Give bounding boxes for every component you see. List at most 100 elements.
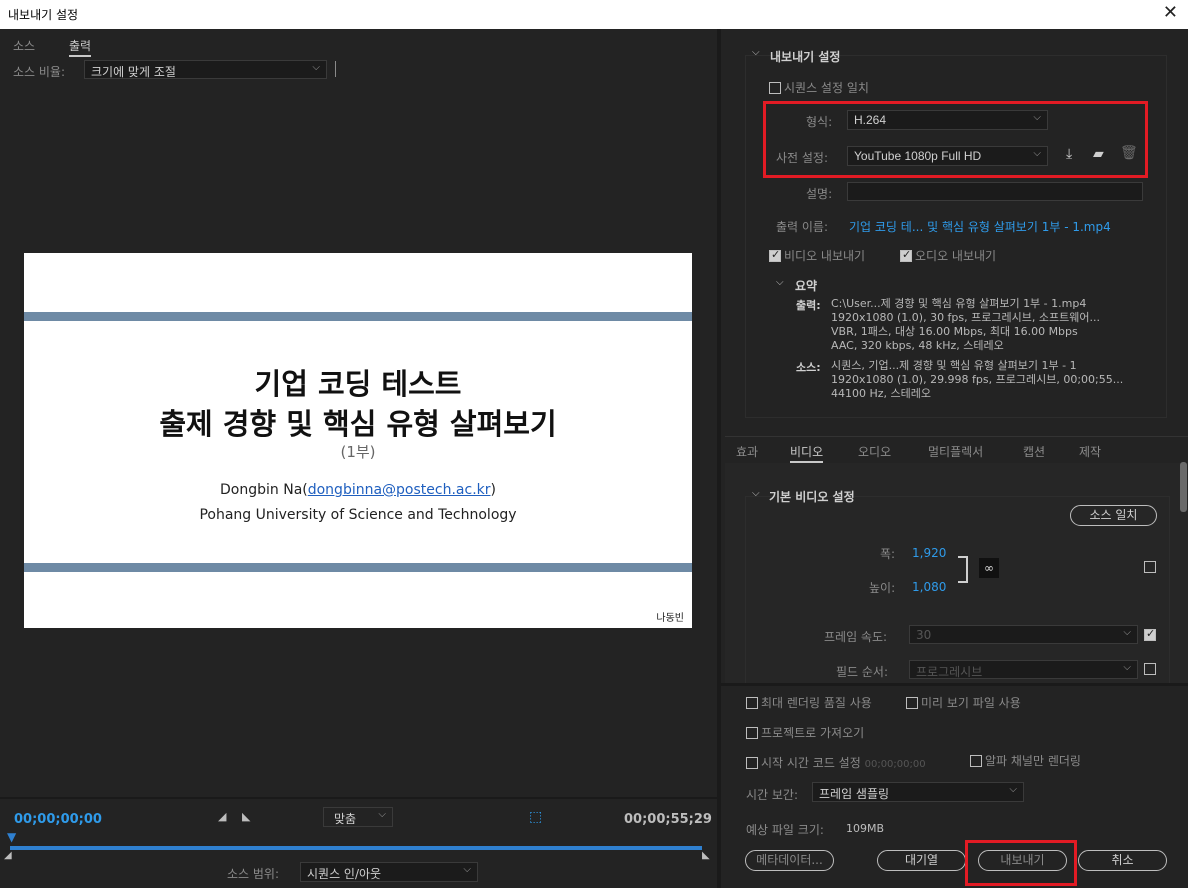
max-render-checkbox[interactable]: 최대 렌더링 품질 사용 xyxy=(746,694,872,711)
time-interp-value: 프레임 샘플링 xyxy=(819,787,890,801)
width-checkbox[interactable] xyxy=(1144,561,1156,573)
match-sequence-label: 시퀀스 설정 일치 xyxy=(784,81,869,95)
preset-dropdown[interactable]: YouTube 1080p Full HD ⌵ xyxy=(847,146,1048,166)
start-tc-value: 00;00;00;00 xyxy=(864,759,926,770)
set-out-point-icon[interactable]: ◣ xyxy=(242,810,250,823)
alpha-only-label: 알파 채널만 렌더링 xyxy=(985,754,1081,768)
checkbox-icon xyxy=(970,755,982,767)
width-value[interactable]: 1,920 xyxy=(912,546,946,560)
export-audio-label: 오디오 내보내기 xyxy=(915,249,997,263)
chevron-down-icon: ⌵ xyxy=(1009,784,1017,795)
summary-source-line: 시퀀스, 기업...제 경향 및 핵심 유형 살펴보기 1부 - 1 xyxy=(831,359,1077,372)
queue-button[interactable]: 대기열 xyxy=(877,850,966,871)
tab-video[interactable]: 비디오 xyxy=(790,443,824,463)
tab-effects[interactable]: 효과 xyxy=(736,443,758,460)
title-bar: 내보내기 설정 ✕ xyxy=(0,0,1188,29)
checkbox-icon xyxy=(746,727,758,739)
summary-output-line: AAC, 320 kbps, 48 kHz, 스테레오 xyxy=(831,339,1004,352)
separator xyxy=(335,61,336,77)
format-dropdown[interactable]: H.264 ⌵ xyxy=(847,110,1048,130)
save-preset-icon[interactable]: ⤓ xyxy=(1066,146,1072,162)
tab-captions[interactable]: 캡션 xyxy=(1023,443,1045,460)
frame-rate-dropdown[interactable]: 30 ⌵ xyxy=(909,625,1138,644)
chevron-down-icon: ⌵ xyxy=(1123,627,1131,638)
cancel-button[interactable]: 취소 xyxy=(1078,850,1167,871)
source-range-dropdown[interactable]: 시퀀스 인/아웃 ⌵ xyxy=(300,862,478,882)
timeline-track[interactable] xyxy=(10,846,702,850)
link-icon[interactable]: ∞ xyxy=(979,558,999,578)
metadata-button[interactable]: 메타데이터... xyxy=(745,850,834,871)
start-tc-label: 시작 시간 코드 설정 xyxy=(761,756,861,770)
author-email: dongbinna@postech.ac.kr xyxy=(307,482,491,498)
tab-publish[interactable]: 제작 xyxy=(1079,443,1101,460)
field-order-checkbox[interactable] xyxy=(1144,663,1156,675)
format-label: 형식: xyxy=(806,115,833,129)
delete-preset-icon[interactable]: 🗑 xyxy=(1120,145,1138,161)
summary-output-label: 출력: xyxy=(796,299,821,312)
alpha-only-checkbox[interactable]: 알파 채널만 렌더링 xyxy=(970,752,1081,769)
set-in-point-icon[interactable]: ◢ xyxy=(218,810,226,823)
export-button[interactable]: 내보내기 xyxy=(978,850,1067,871)
frame-rate-checkbox[interactable] xyxy=(1144,627,1156,641)
match-source-button[interactable]: 소스 일치 xyxy=(1070,505,1157,526)
tab-output[interactable]: 출력 xyxy=(69,37,92,57)
chevron-down-icon[interactable]: ⌵ xyxy=(752,47,760,58)
export-video-checkbox[interactable]: 비디오 내보내기 xyxy=(769,247,865,264)
checkbox-icon xyxy=(746,697,758,709)
source-scale-dropdown[interactable]: 크기에 맞게 조절 ⌵ xyxy=(84,60,327,79)
chevron-down-icon: ⌵ xyxy=(463,864,471,875)
max-render-label: 최대 렌더링 품질 사용 xyxy=(761,696,872,710)
checkbox-icon xyxy=(769,248,781,262)
fit-dropdown[interactable]: 맞춤 ⌵ xyxy=(323,807,393,827)
in-handle-icon[interactable]: ◢ xyxy=(4,850,12,861)
start-tc-checkbox[interactable]: 시작 시간 코드 설정 00;00;00;00 xyxy=(746,754,926,771)
slide-title-2: 출제 경향 및 핵심 유형 살펴보기 xyxy=(159,407,557,441)
field-order-value: 프로그레시브 xyxy=(916,665,983,679)
timeline-start-timecode[interactable]: 00;00;00;00 xyxy=(14,812,102,827)
import-preset-icon[interactable]: ▰ xyxy=(1093,146,1104,162)
slide-signature: 나동빈 xyxy=(656,613,684,624)
tab-multiplexer[interactable]: 멀티플렉서 xyxy=(928,443,983,460)
export-audio-checkbox[interactable]: 오디오 내보내기 xyxy=(900,247,996,264)
slide-top-bar xyxy=(24,312,692,321)
summary-source: 시퀀스, 기업...제 경향 및 핵심 유형 살펴보기 1부 - 1 1920x… xyxy=(831,359,1123,401)
chevron-down-icon: ⌵ xyxy=(312,62,320,73)
use-previews-checkbox[interactable]: 미리 보기 파일 사용 xyxy=(906,694,1021,711)
checkbox-icon xyxy=(900,248,912,262)
height-value[interactable]: 1,080 xyxy=(912,580,946,594)
field-order-dropdown[interactable]: 프로그레시브 ⌵ xyxy=(909,660,1138,679)
checkbox-icon xyxy=(746,757,758,769)
chevron-down-icon[interactable]: ⌵ xyxy=(776,277,784,288)
chevron-down-icon[interactable]: ⌵ xyxy=(752,488,760,499)
source-range-label: 소스 범위: xyxy=(227,867,280,881)
tab-source[interactable]: 소스 xyxy=(13,37,35,54)
playhead-icon[interactable]: ▼ xyxy=(7,830,16,844)
file-size-label: 예상 파일 크기: xyxy=(746,823,824,837)
slide-part: (1부) xyxy=(340,443,376,461)
summary-title: 요약 xyxy=(795,279,818,293)
checkbox-icon xyxy=(906,697,918,709)
output-name-label: 출력 이름: xyxy=(776,220,829,234)
summary-output-line: 1920x1080 (1.0), 30 fps, 프로그레시브, 소프트웨어..… xyxy=(831,311,1100,324)
comment-input[interactable] xyxy=(847,182,1143,201)
author-suffix: ) xyxy=(490,482,496,498)
settings-scrollbar[interactable] xyxy=(1180,462,1187,512)
frame-rate-label: 프레임 속도: xyxy=(824,630,888,644)
tabs-divider xyxy=(725,436,1188,437)
link-bracket xyxy=(958,556,968,583)
preset-label: 사전 설정: xyxy=(776,151,829,165)
aspect-toggle-icon[interactable]: ⬚ xyxy=(529,809,542,825)
close-icon[interactable]: ✕ xyxy=(1163,2,1178,23)
match-sequence-checkbox[interactable]: 시퀀스 설정 일치 xyxy=(769,79,869,96)
width-label: 폭: xyxy=(880,547,896,561)
format-value: H.264 xyxy=(854,113,887,127)
out-handle-icon[interactable]: ◣ xyxy=(702,850,710,861)
bottom-divider xyxy=(721,683,1188,686)
summary-output-line: VBR, 1패스, 대상 16.00 Mbps, 최대 16.00 Mbps xyxy=(831,325,1078,338)
frame-rate-value: 30 xyxy=(916,628,932,642)
output-name-link[interactable]: 기업 코딩 테... 및 핵심 유형 살펴보기 1부 - 1.mp4 xyxy=(849,218,1111,235)
time-interp-dropdown[interactable]: 프레임 샘플링 ⌵ xyxy=(812,782,1024,802)
tab-audio[interactable]: 오디오 xyxy=(858,443,891,460)
import-project-checkbox[interactable]: 프로젝트로 가져오기 xyxy=(746,724,864,741)
import-project-label: 프로젝트로 가져오기 xyxy=(761,726,865,740)
